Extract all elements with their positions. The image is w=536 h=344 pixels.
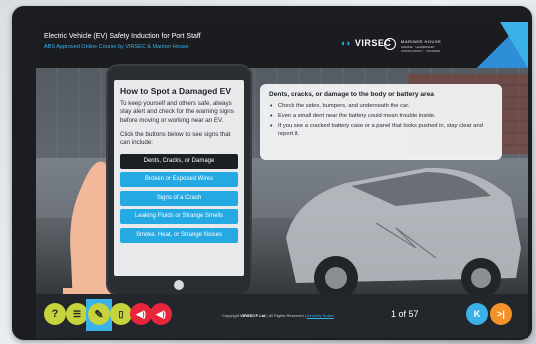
signs-of-crash-button[interactable]: Signs of a Crash [120,190,238,206]
tablet-device: How to Spot a Damaged EV To keep yoursel… [106,64,252,296]
smoke-heat-noises-button[interactable]: Smoke, Heat, or Strange Noises [120,227,238,243]
info-bullet: If you see a cracked battery case or a p… [269,122,493,139]
mariner-house-logo-text: MARINER HOUSE [401,39,442,44]
info-bullet: Check the sides, bumpers, and underneath… [269,102,493,113]
info-heading: Dents, cracks, or damage to the body or … [269,91,434,98]
page-indicator: 1 of 57 [391,309,419,319]
course-header: Electric Vehicle (EV) Safety Induction f… [36,22,528,68]
leaking-fluids-button[interactable]: Leaking Fluids or Strange Smells [120,209,238,225]
back-icon: K [473,309,481,319]
phone-icon: ▯ [118,308,124,319]
copyright-text: Copyright VIRSEC® Ltd | All Rights Reser… [222,313,334,318]
menu-button[interactable]: ☰ [66,303,88,325]
menu-list-icon: ☰ [72,308,82,319]
pencil-icon: ✎ [94,308,104,321]
help-icon: ? [51,308,59,320]
next-icon: >| [497,309,505,319]
course-screen: Electric Vehicle (EV) Safety Induction f… [36,22,528,338]
security-notice-link[interactable]: Security Notice [307,313,334,318]
copyright-prefix: Copyright [222,313,240,318]
audio-replay-button[interactable]: ◀) [150,303,172,325]
tablet-screen: How to Spot a Damaged EV To keep yoursel… [114,80,244,276]
audio-icon: ◀) [156,308,166,319]
laptop-frame: Electric Vehicle (EV) Safety Induction f… [12,6,532,340]
mariner-house-circle-icon [384,38,396,50]
copyright-suffix: | All Rights Reserved | [266,313,306,318]
info-panel: Dents, cracks, or damage to the body or … [260,84,502,160]
next-page-button[interactable]: >| [490,303,512,325]
mariner-house-logo: MARINER HOUSE MARINE · LEADERSHIP · CONS… [384,36,454,53]
course-footer: ? ☰ ✎ ▯ ◀) ◀) Copyright VIRSEC® Ltd | Al… [36,294,528,338]
tablet-prompt: Click the buttons below to see signs tha… [120,131,231,147]
audio-icon: ◀) [136,308,146,319]
audio-button[interactable]: ◀) [130,303,152,325]
course-title: Electric Vehicle (EV) Safety Induction f… [44,33,201,40]
broken-exposed-wires-button[interactable]: Broken or Exposed Wires [120,172,238,188]
notes-button[interactable]: ✎ [88,303,110,325]
contact-button[interactable]: ▯ [110,303,132,325]
help-button[interactable]: ? [44,303,66,325]
dents-cracks-damage-button[interactable]: Dents, Cracks, or Damage [120,153,238,169]
tablet-intro: To keep yourself and others safe, always… [120,100,234,124]
mariner-house-tagline: MARINE · LEADERSHIP · CONSULTANCY · TRAI… [401,45,441,53]
copyright-brand: VIRSEC® Ltd [240,313,266,318]
virsec-mark-icon: ◖◗ [340,38,352,48]
course-subtitle: ABS Approved Online Course by VIRSEC & M… [44,44,189,50]
tablet-home-button-icon [174,280,184,290]
info-bullet-list: Check the sides, bumpers, and underneath… [269,102,493,139]
tablet-heading: How to Spot a Damaged EV [120,86,231,96]
info-bullet: Even a small dent near the battery could… [269,112,493,123]
previous-page-button[interactable]: K [466,303,488,325]
